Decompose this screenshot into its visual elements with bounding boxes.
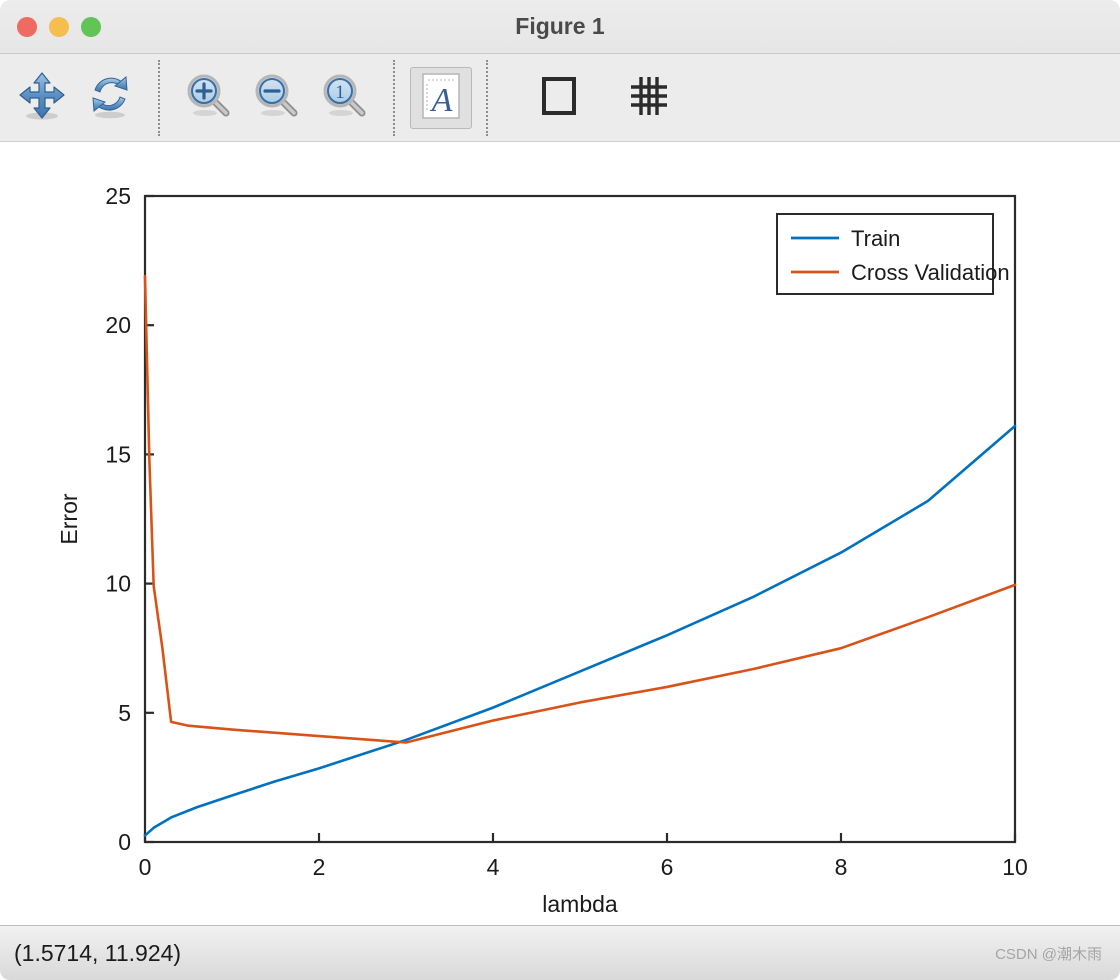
pan-move-icon	[16, 70, 68, 125]
svg-text:A: A	[430, 82, 453, 119]
line-chart: 0 2 4 6 8 10 0 5 10 15 20 25 lambda Error Train Cross V…	[0, 142, 1120, 932]
zoom-out-icon	[251, 70, 303, 125]
figure-window: Figure 1 1 A 0 2 4 6 8 10 0 5 10 15 20 2…	[0, 0, 1120, 980]
toolbar-separator-1	[158, 59, 161, 136]
maximize-button-icon[interactable]	[81, 16, 101, 37]
y-axis-tick-label: 20	[105, 312, 131, 338]
rotate-refresh-icon	[84, 70, 136, 125]
y-axis-tick-label: 0	[118, 829, 131, 855]
close-button-icon[interactable]	[17, 16, 37, 37]
toolbar-separator-3	[486, 59, 489, 136]
legend-label-2: Cross Validation	[851, 260, 1010, 285]
zoom-reset-button[interactable]: 1	[311, 64, 379, 132]
minimize-button-icon[interactable]	[49, 16, 69, 37]
title-bar: Figure 1	[0, 0, 1120, 54]
toolbar-spacer	[503, 97, 525, 98]
text-annotation-button[interactable]: A	[410, 66, 472, 129]
zoom-reset-icon: 1	[319, 70, 371, 125]
status-bar: (1.5714, 11.924) CSDN @潮木雨	[0, 925, 1120, 980]
y-axis-tick-label: 25	[105, 183, 131, 209]
svg-text:1: 1	[335, 82, 345, 103]
x-axis-tick-label: 8	[835, 854, 848, 880]
x-axis-tick-label: 0	[139, 854, 152, 880]
toolbar-spacer-2	[593, 97, 615, 98]
box-outline-button[interactable]	[525, 64, 593, 132]
zoom-in-icon	[183, 70, 235, 125]
zoom-out-button[interactable]	[243, 64, 311, 132]
y-axis-label: Error	[56, 493, 82, 544]
x-axis-tick-label: 10	[1002, 854, 1028, 880]
x-axis-tick-label: 2	[313, 854, 326, 880]
window-controls	[17, 0, 101, 53]
toolbar-separator-2	[393, 59, 396, 136]
grid-icon	[625, 72, 673, 123]
window-title: Figure 1	[515, 13, 605, 39]
grid-button[interactable]	[615, 64, 683, 132]
zoom-in-button[interactable]	[175, 64, 243, 132]
x-axis-tick-label: 6	[661, 854, 674, 880]
x-axis-tick-label: 4	[487, 854, 500, 880]
y-axis-tick-label: 5	[118, 700, 131, 726]
cursor-coordinates: (1.5714, 11.924)	[14, 939, 182, 966]
y-axis-tick-label: 15	[105, 441, 131, 467]
figure-toolbar: 1 A	[0, 54, 1120, 142]
x-axis-label: lambda	[542, 891, 618, 917]
text-annotation-icon: A	[418, 71, 464, 124]
pan-move-button[interactable]	[8, 64, 76, 132]
y-axis-tick-label: 10	[105, 571, 131, 597]
figure-canvas[interactable]: 0 2 4 6 8 10 0 5 10 15 20 25 lambda Error Train Cross V…	[0, 142, 1120, 932]
box-outline-icon	[535, 72, 583, 123]
legend-label-1: Train	[851, 226, 900, 251]
watermark-text: CSDN @潮木雨	[995, 945, 1102, 963]
rotate-refresh-button[interactable]	[76, 64, 144, 132]
